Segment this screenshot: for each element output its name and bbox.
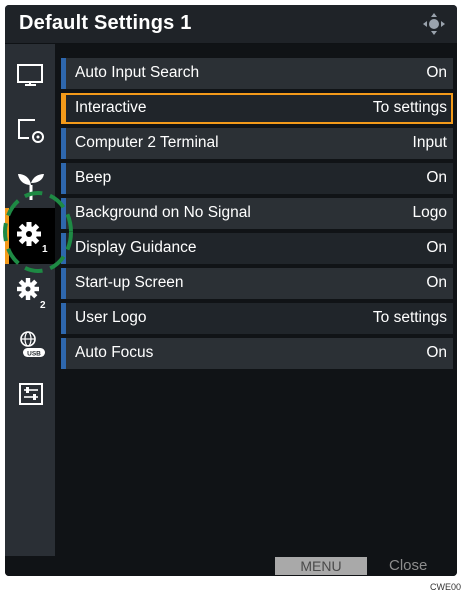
- window-title: Default Settings 1: [19, 12, 192, 34]
- row-label: Start-up Screen: [75, 274, 184, 291]
- row-label: Interactive: [75, 99, 147, 116]
- gear-2-icon: 2: [17, 278, 46, 311]
- network-usb-icon: USB: [20, 331, 45, 358]
- menu-row-start-up-screen[interactable]: Start-up Screen On: [61, 268, 453, 299]
- row-label: Computer 2 Terminal: [75, 134, 219, 151]
- row-marker: [61, 338, 66, 369]
- menu-row-beep[interactable]: Beep On: [61, 163, 453, 194]
- gear-badge-2: 2: [40, 300, 46, 310]
- row-value: Logo: [412, 204, 447, 221]
- menu-button[interactable]: MENU: [275, 557, 367, 575]
- monitor-icon: [17, 64, 43, 86]
- row-label: Display Guidance: [75, 239, 197, 256]
- row-value: To settings: [372, 99, 447, 116]
- row-label: Background on No Signal: [75, 204, 251, 221]
- settings-list: Auto Input Search On Interactive To sett…: [55, 44, 457, 556]
- row-label: User Logo: [75, 309, 147, 326]
- close-button[interactable]: Close: [389, 557, 427, 575]
- control-panel-icon: [19, 383, 43, 405]
- gear-1-icon: 1: [17, 222, 48, 254]
- row-label: Beep: [75, 169, 112, 186]
- row-value: Input: [412, 134, 447, 151]
- usb-badge: USB: [27, 351, 41, 358]
- row-value: On: [426, 274, 447, 291]
- row-value: On: [426, 169, 447, 186]
- row-marker: [61, 128, 66, 159]
- sidebar-item-eco[interactable]: [13, 168, 49, 204]
- row-value: On: [426, 64, 447, 81]
- sidebar-item-control-panel[interactable]: [13, 376, 49, 412]
- sidebar-item-default-settings-2[interactable]: 2: [13, 274, 49, 311]
- row-marker: [61, 163, 66, 194]
- sidebar-item-network-usb[interactable]: USB: [13, 326, 49, 362]
- row-label: Auto Focus: [75, 344, 154, 361]
- row-marker: [61, 198, 66, 229]
- title-bar: Default Settings 1: [5, 5, 457, 44]
- row-value: On: [426, 239, 447, 256]
- row-value: To settings: [372, 309, 447, 326]
- sidebar-item-display-settings[interactable]: [13, 112, 49, 148]
- eco-plant-icon: [18, 174, 44, 200]
- active-indicator: [5, 208, 9, 264]
- navigation-arrows-icon: [423, 13, 445, 35]
- sidebar-item-monitor[interactable]: [13, 58, 49, 94]
- row-marker: [61, 268, 66, 299]
- row-marker: [61, 58, 66, 89]
- footer-bar: MENU Close: [5, 556, 457, 576]
- menu-row-interactive[interactable]: Interactive To settings: [61, 93, 453, 124]
- menu-row-computer-2-terminal[interactable]: Computer 2 Terminal Input: [61, 128, 453, 159]
- figure-code: CWE00: [429, 582, 461, 592]
- menu-row-auto-focus[interactable]: Auto Focus On: [61, 338, 453, 369]
- menu-row-background-on-no-signal[interactable]: Background on No Signal Logo: [61, 198, 453, 229]
- menu-row-user-logo[interactable]: User Logo To settings: [61, 303, 453, 334]
- sidebar-item-default-settings-1[interactable]: 1: [5, 208, 55, 264]
- display-settings-icon: [18, 119, 44, 143]
- row-marker: [61, 93, 66, 124]
- menu-row-auto-input-search[interactable]: Auto Input Search On: [61, 58, 453, 89]
- row-value: On: [426, 344, 447, 361]
- row-marker: [61, 233, 66, 264]
- gear-badge-1: 1: [42, 244, 48, 254]
- row-marker: [61, 303, 66, 334]
- sidebar: 1 2 USB: [5, 44, 55, 556]
- settings-window: Default Settings 1 1 2 USB Auto Input Se…: [5, 5, 457, 576]
- row-label: Auto Input Search: [75, 64, 200, 81]
- menu-row-display-guidance[interactable]: Display Guidance On: [61, 233, 453, 264]
